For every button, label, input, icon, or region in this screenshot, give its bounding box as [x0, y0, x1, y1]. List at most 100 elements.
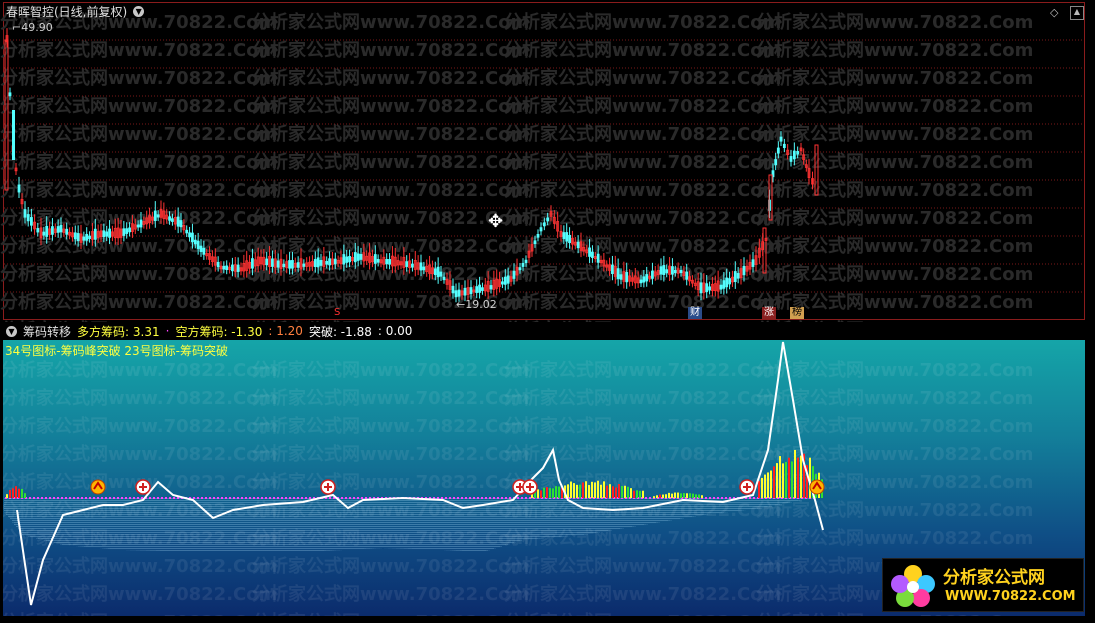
chip-bar: [630, 488, 632, 498]
chip-bar: [689, 493, 691, 498]
bang-marker[interactable]: 榜: [790, 307, 804, 319]
chip-bar: [797, 457, 799, 498]
chip-bar: [546, 487, 548, 498]
chip-bar: [698, 494, 700, 498]
candle-body: [673, 269, 677, 274]
candle-body: [625, 272, 629, 283]
chip-bar: [558, 486, 560, 498]
zhang-marker[interactable]: 涨: [762, 307, 776, 319]
chip-bar: [770, 470, 772, 498]
candle-body: [536, 234, 540, 238]
chip-bar: [639, 490, 641, 498]
candle-body: [671, 266, 674, 275]
chip-bar: [800, 455, 802, 498]
candle-body: [82, 236, 86, 241]
candle-body: [231, 264, 234, 272]
buy-signal-icon: [320, 479, 336, 495]
chip-bar: [543, 487, 545, 498]
candle-body: [342, 254, 346, 265]
chip-bar: [764, 474, 766, 498]
candle-body: [419, 262, 423, 271]
candle-body: [762, 227, 767, 274]
candle-body: [719, 284, 723, 290]
high-price-value: 49.90: [21, 21, 53, 34]
candle-body: [202, 247, 206, 255]
chip-bar: [779, 456, 781, 498]
chip-bar: [603, 481, 605, 498]
scroll-up-icon[interactable]: ▲: [1070, 6, 1084, 20]
candle-body: [705, 283, 709, 293]
candle-body: [565, 232, 569, 242]
candle-body: [102, 230, 106, 238]
candle-body: [276, 260, 280, 268]
candle-body: [728, 278, 731, 285]
candle-body: [325, 261, 329, 265]
candle-body: [4, 39, 9, 191]
diamond-icon[interactable]: ◇: [1050, 6, 1058, 19]
candle-body: [105, 231, 109, 237]
candle-body: [328, 258, 331, 266]
candle-body: [665, 269, 669, 274]
candle-body: [518, 267, 522, 271]
candle-body: [108, 228, 111, 238]
chip-bar: [609, 484, 611, 498]
candle-body: [481, 287, 484, 291]
chip-bar: [758, 480, 760, 498]
indicator-name: 筹码转移: [23, 324, 72, 339]
candle-body: [645, 274, 649, 282]
candle-body: [136, 224, 140, 228]
candle-body: [333, 258, 337, 265]
candle-body: [588, 247, 591, 257]
move-cursor-icon: ✥: [488, 211, 504, 232]
chip-bar: [624, 485, 626, 498]
short-chip-label: 空方筹码: -1.30: [175, 324, 263, 339]
candle-body: [191, 232, 194, 243]
candle-body: [611, 264, 614, 274]
candle-body: [475, 286, 479, 293]
chip-bar: [612, 486, 614, 498]
candle-body: [271, 258, 274, 267]
candle-body: [42, 231, 46, 236]
candle-body: [457, 289, 461, 297]
chip-bar: [15, 486, 17, 498]
candle-body: [122, 228, 126, 236]
candle-body: [199, 245, 203, 252]
candle-body: [188, 232, 191, 238]
chip-bar: [636, 490, 638, 498]
candle-body: [506, 275, 510, 284]
candle-body: [348, 256, 351, 263]
chip-bar: [579, 484, 581, 498]
candle-body: [733, 271, 737, 282]
candle-body: [353, 252, 357, 263]
candle-body: [725, 277, 729, 288]
candle-body: [451, 285, 455, 294]
long-chip-label: 多方筹码: 3.31: [77, 324, 160, 339]
chip-bar: [653, 496, 655, 498]
low-price-value: 19.02: [465, 298, 497, 311]
buy-signal-icon: [135, 479, 151, 495]
chevron-down-icon[interactable]: ▼: [6, 325, 17, 337]
chip-bar: [621, 486, 623, 498]
candle-body: [405, 261, 409, 267]
chip-bar: [555, 486, 557, 498]
high-price-label: ⌐49.90: [12, 21, 53, 34]
candle-body: [26, 214, 30, 222]
candle-body: [125, 228, 129, 234]
chevron-down-icon[interactable]: ▼: [133, 6, 145, 17]
candle-body: [768, 174, 773, 221]
indicator-header: ▼ 筹码转移 多方筹码: 3.31 · 空方筹码: -1.30 : 1.20 突…: [0, 322, 1085, 340]
price-chart[interactable]: [0, 0, 1095, 320]
candle-body: [296, 262, 300, 268]
chip-bar: [633, 490, 635, 498]
candle-body: [722, 280, 726, 289]
chip-bar: [594, 482, 596, 498]
candle-body: [376, 259, 380, 263]
candle-body: [796, 151, 800, 155]
candle-body: [639, 279, 643, 284]
chip-bar: [597, 480, 599, 498]
candle-body: [568, 234, 571, 244]
chip-bar: [794, 449, 796, 498]
cai-marker[interactable]: 财: [688, 307, 702, 319]
candle-body: [8, 92, 12, 97]
candle-body: [345, 256, 349, 263]
